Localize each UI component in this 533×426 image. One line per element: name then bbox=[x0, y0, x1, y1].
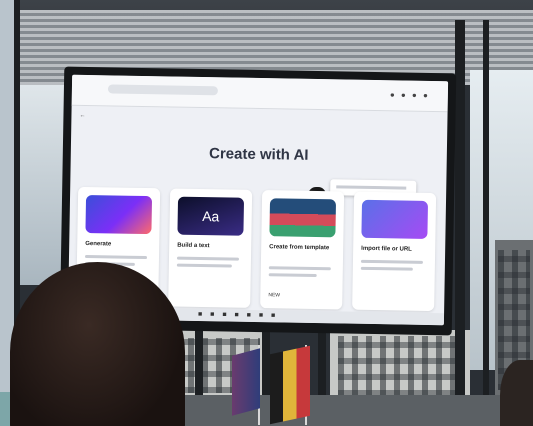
page-headline: Create with AI bbox=[208, 145, 309, 164]
card-image bbox=[85, 194, 153, 235]
taskbar-icons: ■ ■ ■ ■ ■ ■ ■ bbox=[197, 310, 279, 320]
card-desc-line bbox=[176, 256, 240, 261]
card-art-glyph bbox=[269, 198, 336, 237]
card-image bbox=[361, 199, 429, 239]
tooltip-text-line bbox=[336, 185, 407, 190]
flag bbox=[270, 345, 310, 425]
card-image bbox=[269, 198, 337, 238]
audience-head bbox=[500, 360, 533, 426]
card-desc-line bbox=[84, 254, 148, 260]
toolbar-icons: ● ● ● ● bbox=[389, 90, 430, 100]
card-art-glyph: Aa bbox=[202, 208, 220, 225]
card-text[interactable]: Aa Build a text bbox=[168, 188, 253, 308]
back-link[interactable]: ← bbox=[79, 113, 85, 119]
card-desc-line bbox=[268, 273, 317, 278]
building-windows bbox=[338, 336, 458, 396]
card-title: Create from template bbox=[269, 244, 330, 252]
address-bar[interactable] bbox=[107, 84, 218, 96]
card-desc-line bbox=[176, 263, 232, 268]
card-desc-line bbox=[360, 266, 413, 271]
window-frame bbox=[455, 20, 465, 400]
card-title: Build a text bbox=[177, 242, 210, 250]
card-desc-line bbox=[360, 259, 423, 264]
photo-scene: ● ● ● ● ← Create with AI Generate Aa Bui… bbox=[0, 0, 533, 426]
card-image: Aa bbox=[177, 196, 245, 236]
card-desc-line bbox=[268, 266, 331, 271]
card-title: Generate bbox=[85, 240, 112, 248]
card-template[interactable]: Create from template NEW bbox=[260, 190, 345, 310]
card-tag: NEW bbox=[268, 292, 281, 299]
window-frame bbox=[483, 20, 489, 400]
card-import[interactable]: Import file or URL bbox=[352, 191, 437, 312]
flag bbox=[232, 348, 260, 416]
browser-toolbar: ● ● ● ● bbox=[71, 74, 449, 113]
card-art-glyph bbox=[361, 200, 428, 239]
card-art-glyph bbox=[85, 195, 152, 234]
card-title: Import file or URL bbox=[361, 245, 412, 253]
